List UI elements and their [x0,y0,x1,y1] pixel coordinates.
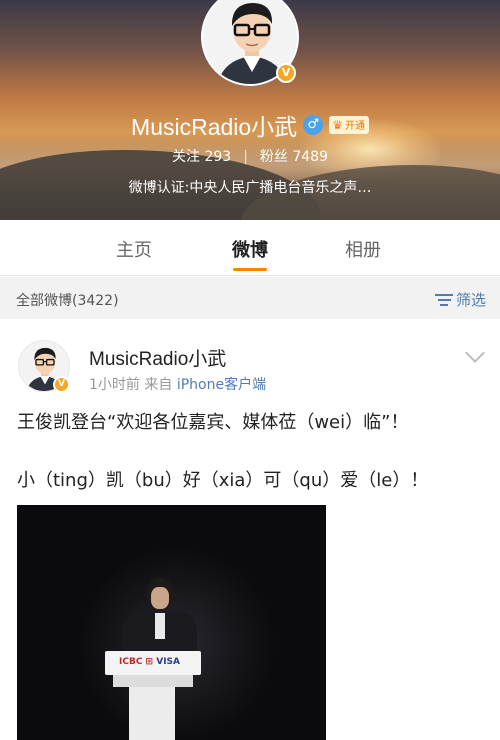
filter-icon [434,292,453,308]
stats-separator: | [243,149,248,165]
post-photo[interactable]: ICBC ⊞ VISA [17,505,326,740]
tab-album[interactable]: 相册 [345,236,381,262]
chevron-down-icon[interactable] [465,343,485,363]
following-count: 293 [204,149,232,165]
profile-name-row: MusicRadio小武 ♂ ♛ 开通 [0,108,500,142]
filter-label: 筛选 [455,291,486,309]
verified-badge-icon: V [276,63,296,83]
followers-count: 7489 [292,149,328,165]
post-time: 1小时前 [89,377,140,393]
profile-cover: V MusicRadio小武 ♂ ♛ 开通 关注 293 | 粉丝 7489 微博认证:中… [0,0,500,220]
post-meta: 1小时前 来自 iPhone客户端 [89,374,266,394]
speaker-face [151,587,169,609]
podium-base [113,675,193,687]
following-label: 关注 [172,149,200,165]
post-source-link[interactable]: iPhone客户端 [177,377,266,393]
profile-tabs: 主页 微博 相册 [0,220,500,276]
all-posts-count[interactable]: 全部微博(3422) [16,290,119,310]
followers-label: 粉丝 [259,149,288,165]
speaker-shirt [155,613,165,639]
weibo-post: V MusicRadio小武 1小时前 来自 iPhone客户端 王俊凯登台“欢… [0,328,500,740]
verification-text[interactable]: 微博认证:中央人民广播电台音乐之声… [0,177,500,197]
tab-weibo[interactable]: 微博 [232,236,268,262]
profile-stats: 关注 293 | 粉丝 7489 [0,146,500,166]
vip-open-button[interactable]: ♛ 开通 [329,116,369,134]
podium-logos: ICBC ⊞ VISA [119,657,180,667]
verified-badge-icon: V [53,376,70,393]
icbc-logo-text: ICBC ⊞ [119,657,154,667]
tab-home[interactable]: 主页 [116,236,152,262]
post-source-prefix: 来自 [144,377,173,393]
following-link[interactable]: 关注 293 [172,149,231,165]
crown-icon: ♛ [332,118,343,132]
vip-open-label: 开通 [344,121,365,132]
filter-bar: 全部微博(3422) 筛选 [0,277,500,319]
post-author[interactable]: MusicRadio小武 [89,344,226,371]
male-icon: ♂ [303,115,324,135]
active-tab-indicator [233,268,267,271]
post-text-line: 小（ting）凯（bu）好（xia）可（qu）爱（le）！ [17,470,429,491]
filter-button[interactable]: 筛选 [434,289,486,310]
post-text-line: 王俊凯登台“欢迎各位嘉宾、媒体莅（wei）临”！ [17,412,409,433]
visa-logo-text: VISA [156,657,180,667]
profile-name: MusicRadio小武 [131,114,298,140]
followers-link[interactable]: 粉丝 7489 [260,149,328,165]
